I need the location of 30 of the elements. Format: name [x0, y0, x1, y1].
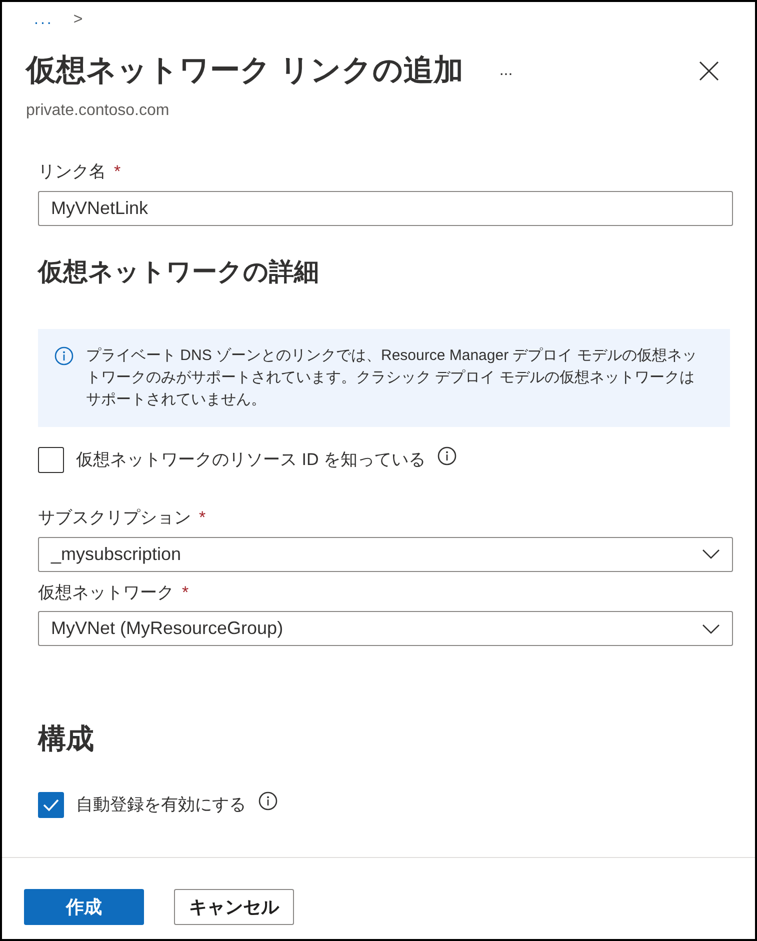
breadcrumb-separator: >	[73, 10, 83, 30]
panel-title: 仮想ネットワーク リンクの追加	[26, 53, 464, 89]
section-heading: 構成	[38, 722, 95, 756]
chevron-down-icon	[702, 549, 720, 559]
section-heading: 仮想ネットワークの詳細	[38, 256, 320, 288]
more-options-button[interactable]: ...	[499, 58, 513, 82]
dropdown[interactable]: MyVNet (MyResourceGroup)	[38, 611, 733, 646]
checkbox[interactable]	[38, 792, 64, 818]
required-mark: *	[199, 507, 206, 529]
info-icon	[54, 346, 74, 366]
resource-subtitle: private.contoso.com	[25, 101, 170, 121]
dropdown[interactable]: _mysubscription	[38, 536, 733, 572]
chevron-down-icon	[702, 624, 720, 634]
close-icon[interactable]	[699, 60, 719, 80]
field-label: サブスクリプション	[38, 507, 191, 529]
create-button[interactable]: 作成	[24, 889, 144, 925]
checkmark-icon	[42, 798, 60, 812]
link-name-field[interactable]: MyVNetLink	[38, 190, 733, 226]
cancel-button[interactable]: キャンセル	[174, 889, 294, 925]
required-mark: *	[182, 582, 189, 604]
breadcrumb-link[interactable]: ...	[34, 8, 54, 32]
info-icon	[437, 446, 458, 466]
checkbox[interactable]	[38, 447, 64, 473]
info-icon	[258, 791, 278, 811]
checkbox-label: 仮想ネットワークのリソース ID を知っている	[76, 449, 426, 472]
checkbox-label: 自動登録を有効にする	[76, 794, 246, 816]
info-message: プライベート DNS ゾーンとのリンクでは、Resource Manager デプロイ モデルの仮想ネットワークのみがサポートされています。クラシック デプロイ モデルの仮想ネットワークはサポートされていません。	[86, 346, 698, 410]
required-mark: *	[114, 161, 121, 183]
field-label: 仮想ネットワーク	[38, 582, 174, 604]
field-label: リンク名	[38, 161, 106, 183]
